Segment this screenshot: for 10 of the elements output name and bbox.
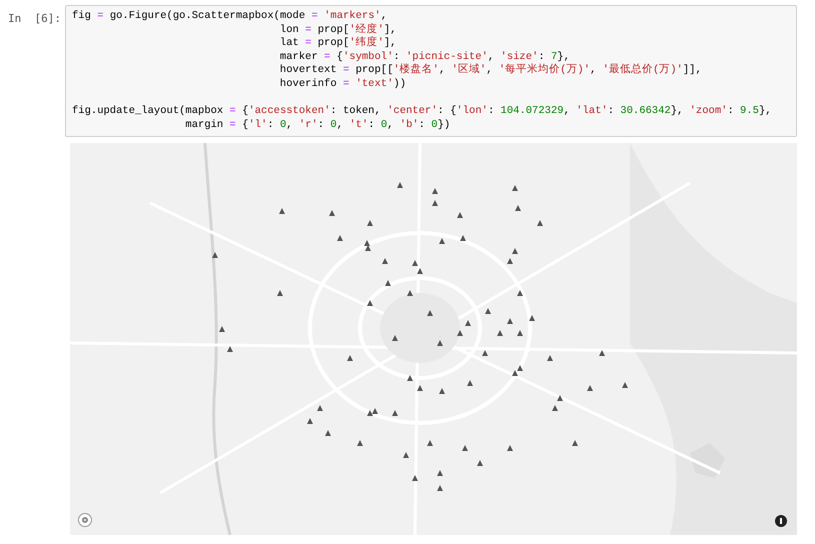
code-line: fig = go.Figure(go.Scattermapbox(mode = 'markers', <box>72 10 388 23</box>
code-line: hovertext = prop[['楼盘名', '区域', '每平米均价(万)', '最低总价(万)']], <box>278 64 703 78</box>
code-line: fig.update_layout(mapbox = {'accesstoken': token, 'center': {'lon': 104.072329, 'lat': 30.66342}, 'zoom': 9.5}, <box>72 105 773 119</box>
input-prompt: In [6]: <box>8 11 62 25</box>
code-cell[interactable] <box>65 5 797 138</box>
code-line: margin = {'l': 0, 'r': 0, 't': 0, 'b': 0}) <box>184 118 452 132</box>
code-line: hoverinfo = 'text')) <box>278 78 407 92</box>
code-line: lon = prop['经度'], <box>278 24 398 36</box>
code-line: marker = {'symbol': 'picnic-site', 'size': 7}, <box>278 50 571 63</box>
code-line: lat = prop['纬度'], <box>278 37 398 51</box>
